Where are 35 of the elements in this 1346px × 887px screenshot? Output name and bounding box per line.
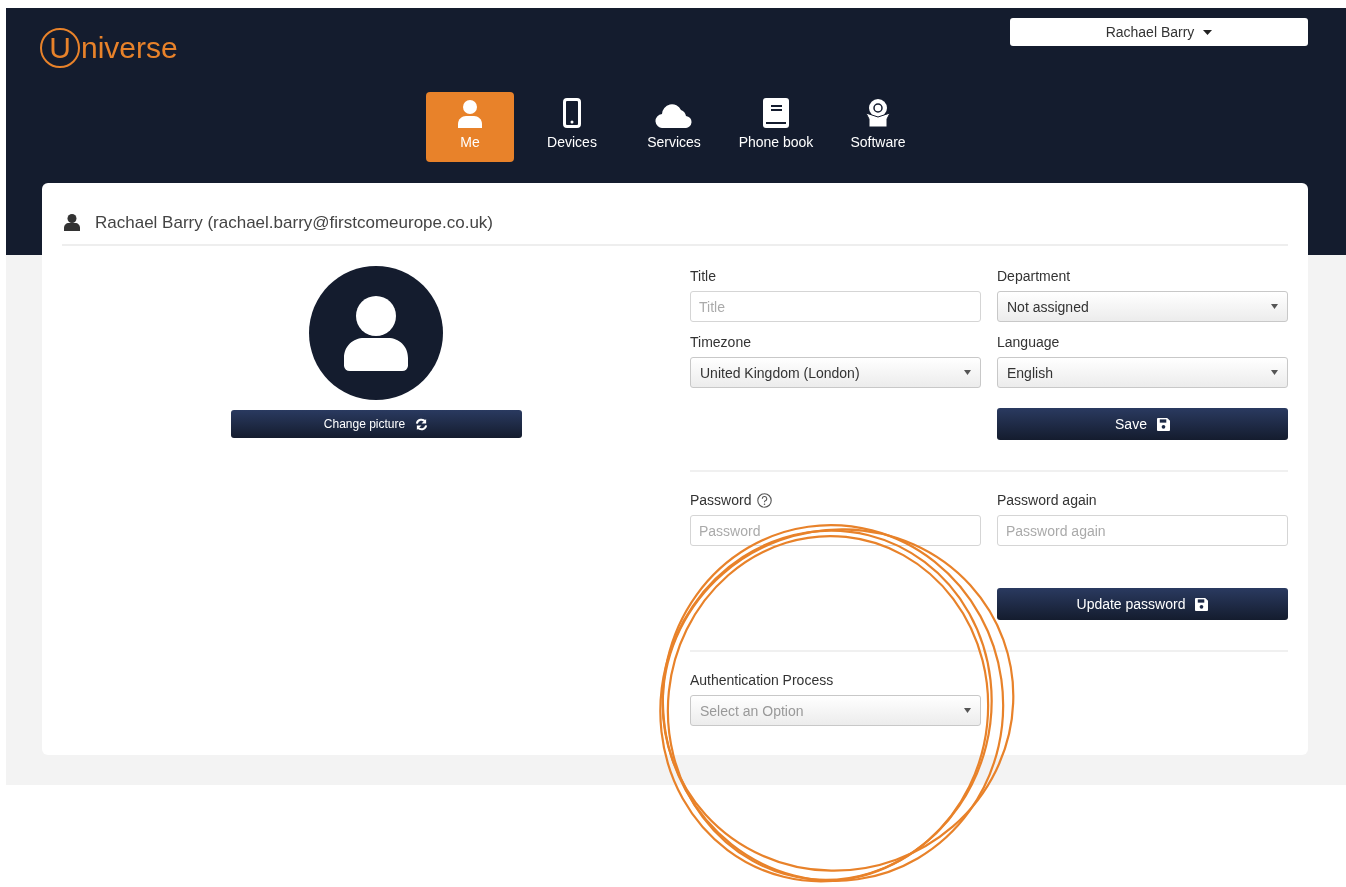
- input-field[interactable]: Title: [690, 291, 981, 322]
- software-box-icon: [863, 98, 893, 128]
- update-password-button[interactable]: Update password: [997, 588, 1288, 620]
- field-label: Language: [997, 334, 1061, 350]
- help-icon[interactable]: [757, 492, 773, 508]
- refresh-icon: [415, 417, 429, 431]
- user-icon: [64, 214, 80, 231]
- dropdown-arrow-icon: [1271, 370, 1278, 375]
- nav-tab[interactable]: Devices: [528, 92, 616, 162]
- save-button[interactable]: Save: [997, 408, 1288, 440]
- book-icon: [763, 98, 789, 128]
- nav-tab[interactable]: Software: [834, 92, 922, 162]
- select-field[interactable]: Not assigned: [997, 291, 1288, 322]
- caret-icon: [1203, 29, 1213, 35]
- nav-tab[interactable]: Services: [630, 92, 718, 162]
- dropdown-arrow-icon: [1271, 304, 1278, 309]
- nav-tab[interactable]: Phone book: [732, 92, 820, 162]
- field-label: Password: [690, 492, 752, 508]
- select-field[interactable]: English: [997, 357, 1288, 388]
- field-label: Authentication Process: [690, 672, 835, 688]
- field-label: Department: [997, 268, 1072, 284]
- cloud-icon: [655, 102, 693, 128]
- select-field[interactable]: United Kingdom (London): [690, 357, 981, 388]
- dropdown-arrow-icon: [964, 708, 971, 713]
- user-menu-button[interactable]: Rachael Barry: [1010, 18, 1308, 46]
- field-label: Password again: [997, 492, 1097, 508]
- phone-icon: [563, 98, 581, 128]
- field-label: Title: [690, 268, 717, 284]
- dropdown-arrow-icon: [964, 370, 971, 375]
- field-label: Timezone: [690, 334, 752, 350]
- password-field[interactable]: Password again: [997, 515, 1288, 546]
- change-picture-button[interactable]: Change picture: [230, 410, 522, 438]
- logo: U niverse: [40, 28, 178, 68]
- person-icon: [457, 100, 483, 128]
- profile-heading: Rachael Barry (rachael.barry@firstcomeurope.co.uk): [95, 212, 493, 233]
